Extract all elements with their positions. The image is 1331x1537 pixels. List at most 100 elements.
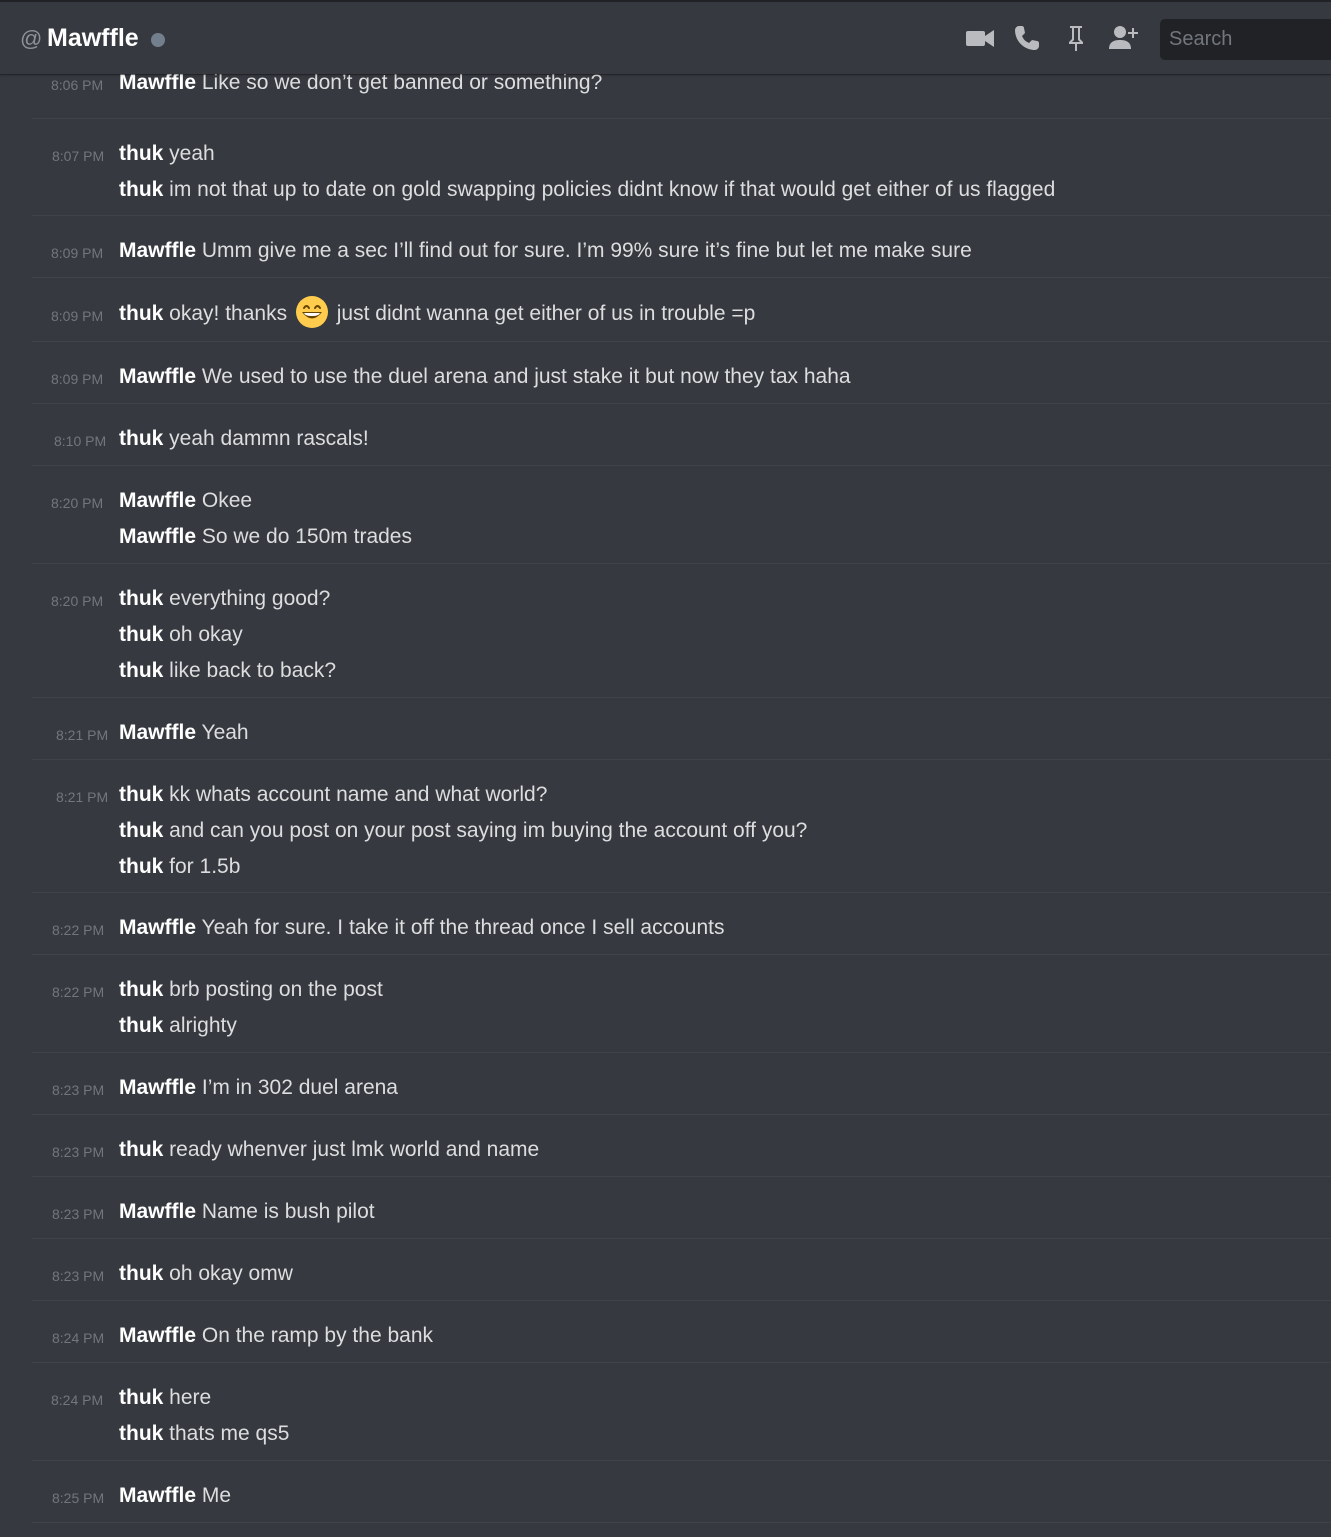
message-content: thuk oh okay (119, 617, 243, 653)
message-line: Mawffle Yeah (32, 715, 1331, 751)
message-group: 8:23 PM thuk ready whenver just lmk world… (32, 1115, 1331, 1177)
message-line: thuk ready whenver just lmk world and na… (32, 1132, 1331, 1168)
message-text: like back to back? (169, 659, 337, 682)
message-author[interactable]: Mawffle (119, 525, 196, 548)
message-text: oh okay (169, 623, 243, 646)
message-text: kk whats account name and what world? (169, 783, 548, 806)
message-author[interactable]: thuk (119, 427, 163, 450)
message-author[interactable]: thuk (119, 178, 163, 201)
message-text: I’m in 302 duel arena (201, 1076, 398, 1099)
message-content: Mawffle Name is bush pilot (119, 1194, 375, 1230)
message-text: and can you post on your post saying im … (169, 819, 808, 842)
message-author[interactable]: Mawffle (119, 74, 196, 94)
message-author[interactable]: thuk (119, 623, 163, 646)
message-author[interactable]: thuk (119, 1386, 163, 1409)
message-group: 8:20 PM thuk everything good? thuk oh okay… (32, 564, 1331, 698)
message-content: thuk everything good? (119, 581, 330, 617)
message-content: thuk for 1.5b (119, 849, 240, 885)
message-group: 8:23 PM Mawffle Name is bush pilot (32, 1177, 1331, 1239)
message-content: Mawffle Okee (119, 483, 252, 519)
message-group: 8:21 PM Mawffle Yeah (32, 698, 1331, 760)
message-line: Mawffle Okee (32, 483, 1331, 519)
message-text: brb posting on the post (169, 978, 383, 1001)
message-author[interactable]: thuk (119, 302, 163, 325)
message-author[interactable]: thuk (119, 142, 163, 165)
message-author[interactable]: thuk (119, 978, 163, 1001)
message-text: yeah dammn rascals! (169, 427, 369, 450)
message-author[interactable]: thuk (119, 819, 163, 842)
message-text: Okee (201, 489, 253, 512)
message-group: 8:09 PM thuk okay! thanks just didnt wann… (32, 278, 1331, 342)
message-text: here (169, 1386, 212, 1409)
dm-recipient-name[interactable]: Mawffle (47, 23, 139, 53)
message-group: 8:23 PM thuk oh okay omw (32, 1239, 1331, 1301)
message-author[interactable]: thuk (119, 659, 163, 682)
message-content: thuk yeah dammn rascals! (119, 421, 369, 457)
message-author[interactable]: Mawffle (119, 239, 196, 262)
message-content: Mawffle Umm give me a sec I’ll find out … (119, 233, 972, 269)
video-call-icon[interactable] (963, 22, 997, 54)
message-content: thuk here (119, 1380, 211, 1416)
message-line: thuk kk whats account name and what worl… (32, 777, 1331, 813)
message-author[interactable]: Mawffle (119, 1200, 196, 1223)
message-text: Like so we don’t get banned or something… (201, 74, 603, 94)
message-content: thuk thats me qs5 (119, 1416, 289, 1452)
message-text: Yeah (201, 721, 249, 744)
message-author[interactable]: thuk (119, 783, 163, 806)
message-line: thuk here (32, 1380, 1331, 1416)
message-line: thuk im not that up to date on gold swap… (32, 172, 1331, 208)
message-author[interactable]: thuk (119, 1014, 163, 1037)
voice-call-icon[interactable] (1011, 22, 1045, 54)
message-content: Mawffle On the ramp by the bank (119, 1318, 433, 1354)
message-author[interactable]: thuk (119, 587, 163, 610)
message-line: thuk oh okay (32, 617, 1331, 653)
message-line: Mawffle I’m in 302 duel arena (32, 1070, 1331, 1106)
message-line: thuk alrighty (32, 1008, 1331, 1044)
smile-emoji-icon (295, 296, 328, 329)
message-content: thuk and can you post on your post sayin… (119, 813, 807, 849)
message-author[interactable]: Mawffle (119, 721, 196, 744)
offline-status-icon (151, 33, 165, 47)
message-content: thuk alrighty (119, 1008, 237, 1044)
message-author[interactable]: thuk (119, 1262, 163, 1285)
message-author[interactable]: Mawffle (119, 365, 196, 388)
search-input[interactable]: Search (1160, 19, 1331, 60)
pinned-messages-icon[interactable] (1059, 22, 1093, 54)
message-text: On the ramp by the bank (201, 1324, 433, 1347)
message-content: Mawffle We used to use the duel arena an… (119, 359, 851, 395)
message-author[interactable]: Mawffle (119, 1076, 196, 1099)
message-content: Mawffle Yeah (119, 715, 249, 751)
message-text: okay! thanks (169, 302, 288, 325)
message-text: ready whenver just lmk world and name (169, 1138, 540, 1161)
message-line: thuk like back to back? (32, 653, 1331, 689)
message-text-after-emoji: just didnt wanna get either of us in tro… (336, 302, 756, 325)
message-text: Me (201, 1484, 232, 1507)
message-line: thuk okay! thanks just didnt wanna get e… (32, 296, 1331, 332)
message-group: 8:21 PM thuk kk whats account name and wh… (32, 760, 1331, 893)
message-content: Mawffle Like so we don’t get banned or s… (119, 74, 602, 101)
message-content: thuk oh okay omw (119, 1256, 293, 1292)
message-line: thuk everything good? (32, 581, 1331, 617)
message-group: 8:24 PM thuk here thuk thats me qs5 (32, 1363, 1331, 1461)
message-author[interactable]: Mawffle (119, 1484, 196, 1507)
message-group: 8:10 PM thuk yeah dammn rascals! (32, 404, 1331, 466)
message-author[interactable]: Mawffle (119, 1324, 196, 1347)
add-friend-to-dm-icon[interactable] (1107, 22, 1141, 54)
message-text: im not that up to date on gold swapping … (169, 178, 1056, 201)
message-line: Mawffle Name is bush pilot (32, 1194, 1331, 1230)
message-author[interactable]: thuk (119, 855, 163, 878)
message-text: Name is bush pilot (201, 1200, 375, 1223)
message-author[interactable]: thuk (119, 1422, 163, 1445)
message-group: 8:07 PM thuk yeah thuk im not that up to d… (32, 119, 1331, 216)
message-text: everything good? (169, 587, 331, 610)
message-author[interactable]: Mawffle (119, 916, 196, 939)
message-author[interactable]: thuk (119, 1138, 163, 1161)
message-line: Mawffle Like so we don’t get banned or s… (32, 74, 1331, 101)
message-line: thuk yeah (32, 136, 1331, 172)
message-group: 8:09 PM Mawffle Umm give me a sec I’ll fi… (32, 216, 1331, 278)
message-author[interactable]: Mawffle (119, 489, 196, 512)
message-group: 8:06 PM Mawffle Like so we don’t get bann… (32, 74, 1331, 119)
message-group: 8:22 PM thuk brb posting on the post thuk … (32, 955, 1331, 1053)
message-line: thuk and can you post on your post sayin… (32, 813, 1331, 849)
message-text: for 1.5b (169, 855, 241, 878)
